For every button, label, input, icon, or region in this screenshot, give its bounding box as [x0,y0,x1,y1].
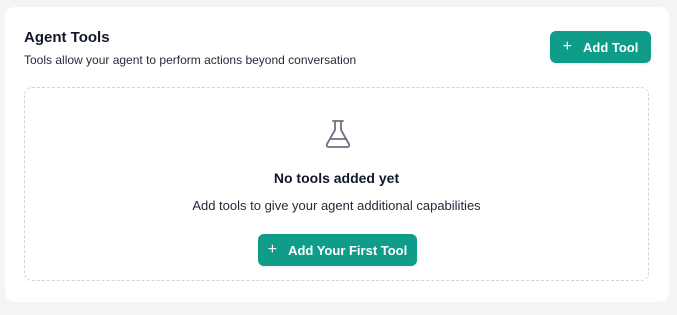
plus-icon: + [562,38,572,55]
add-first-tool-label: Add Your First Tool [288,242,408,258]
agent-tools-card: Agent Tools Tools allow your agent to pe… [5,7,669,302]
plus-icon: + [267,241,278,258]
add-first-tool-button[interactable]: + Add Your First Tool [258,234,417,266]
flask-icon [325,120,351,148]
section-title: Agent Tools [24,29,110,46]
section-subtitle: Tools allow your agent to perform action… [24,53,357,67]
empty-state-description: Add tools to give your agent additional … [192,198,481,213]
add-tool-label: Add Tool [582,39,639,55]
add-tool-button[interactable]: + Add Tool [550,31,651,63]
empty-state-title: No tools added yet [273,170,400,186]
empty-state-panel: No tools added yet Add tools to give you… [24,87,649,281]
